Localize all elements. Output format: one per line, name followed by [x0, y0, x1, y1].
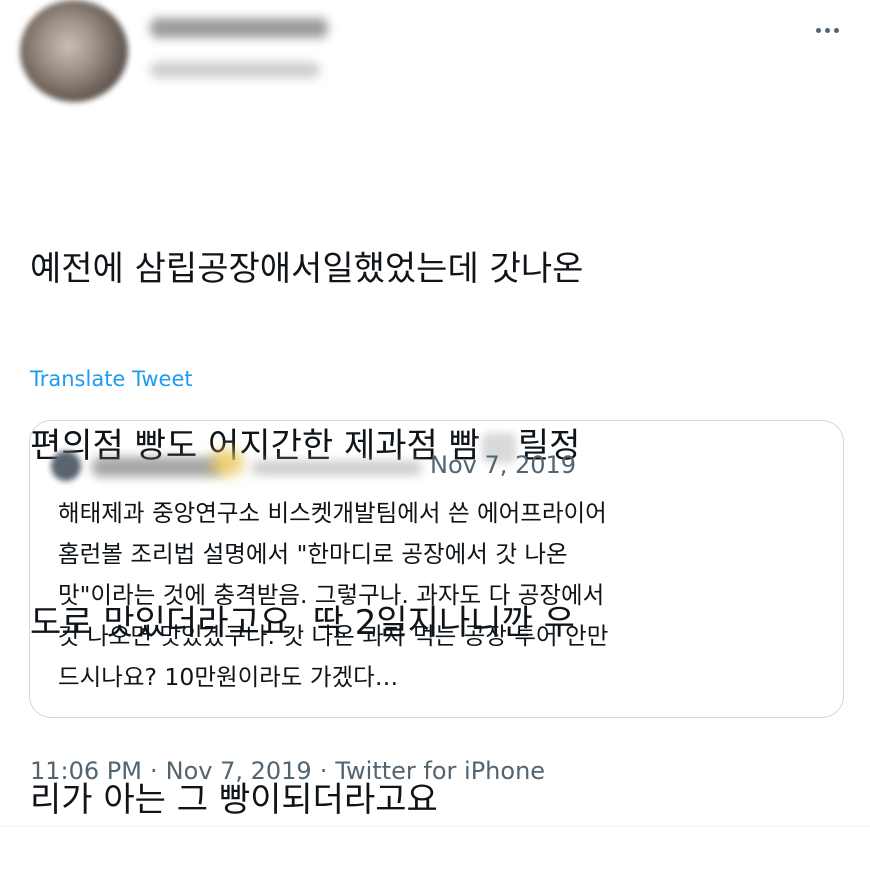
- more-options-button[interactable]: [808, 18, 846, 42]
- quoted-author-handle-redacted: [252, 461, 422, 475]
- tweet-date[interactable]: Nov 7, 2019: [166, 757, 312, 785]
- tweet-text-line: 예전에 삼립공장애서일했었는데 갓나온: [30, 249, 584, 289]
- quoted-text-line: 드시나요? 10만원이라도 가겠다…: [58, 663, 399, 691]
- quoted-tweet-date: Nov 7, 2019: [430, 451, 577, 479]
- quoted-text-line: 맛"이라는 것에 충격받음. 그렇구나. 과자도 다 공장에서: [58, 581, 605, 609]
- author-handle-redacted[interactable]: [150, 62, 320, 78]
- meta-separator: ·: [319, 757, 328, 785]
- quoted-text-line: 해태제과 중앙연구소 비스켓개발팀에서 쓴 에어프라이어: [58, 499, 607, 527]
- quoted-author-avatar: [51, 451, 81, 481]
- quoted-author-name-redacted: [92, 457, 222, 477]
- tweet-metadata: 11:06 PM · Nov 7, 2019 · Twitter for iPhone: [30, 757, 545, 785]
- quoted-text-line: 홈런볼 조리법 설명에서 "한마디로 공장에서 갓 나온: [58, 540, 568, 568]
- verified-badge-icon: [210, 449, 244, 477]
- tweet-source[interactable]: Twitter for iPhone: [335, 757, 545, 785]
- translate-tweet-link[interactable]: Translate Tweet: [30, 367, 193, 391]
- quoted-tweet-text: 해태제과 중앙연구소 비스켓개발팀에서 쓴 에어프라이어 홈런볼 조리법 설명에…: [58, 493, 838, 698]
- meta-separator: ·: [149, 757, 158, 785]
- tweet-time[interactable]: 11:06 PM: [30, 757, 142, 785]
- more-horizontal-icon: [815, 27, 839, 33]
- author-avatar[interactable]: [20, 0, 128, 102]
- author-name-redacted[interactable]: [150, 18, 328, 38]
- quoted-text-line: 갓 나오면 맛있겠구나. 갓 나온 과자 먹는 공장 투어 안만: [58, 622, 609, 650]
- quoted-tweet-card[interactable]: Nov 7, 2019 해태제과 중앙연구소 비스켓개발팀에서 쓴 에어프라이어…: [29, 420, 844, 718]
- divider: [0, 826, 870, 827]
